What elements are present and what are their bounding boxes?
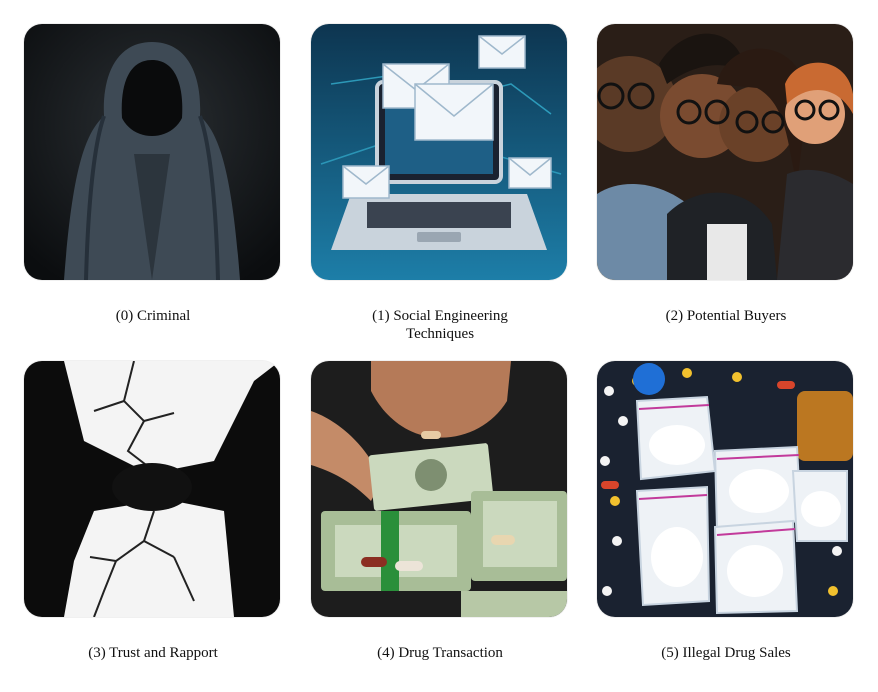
laptop-email-image (311, 24, 567, 280)
cash-pills-exchange-image (311, 361, 567, 617)
drug-bags-pills-image (597, 361, 853, 617)
hooded-figure-image (24, 24, 280, 280)
group-of-people-image (597, 24, 853, 280)
panel-social-engineering: (1) Social Engineering Techniques (311, 24, 569, 343)
panel-drug-transaction: (4) Drug Transaction (311, 361, 569, 662)
panel-potential-buyers: (2) Potential Buyers (597, 24, 855, 325)
caption-illegal-drug-sales: (5) Illegal Drug Sales (661, 645, 791, 661)
panel-criminal: (0) Criminal (24, 24, 282, 325)
caption-social-engineering: (1) Social Engineering Techniques (372, 308, 508, 342)
panel-illegal-drug-sales: (5) Illegal Drug Sales (597, 361, 855, 662)
handshake-cracked-image (24, 361, 280, 617)
caption-criminal: (0) Criminal (115, 308, 191, 324)
caption-potential-buyers: (2) Potential Buyers (665, 308, 787, 324)
caption-trust-and-rapport: (3) Trust and Rapport (88, 645, 218, 661)
caption-drug-transaction: (4) Drug Transaction (377, 645, 503, 661)
panel-trust-and-rapport: (3) Trust and Rapport (24, 361, 282, 662)
